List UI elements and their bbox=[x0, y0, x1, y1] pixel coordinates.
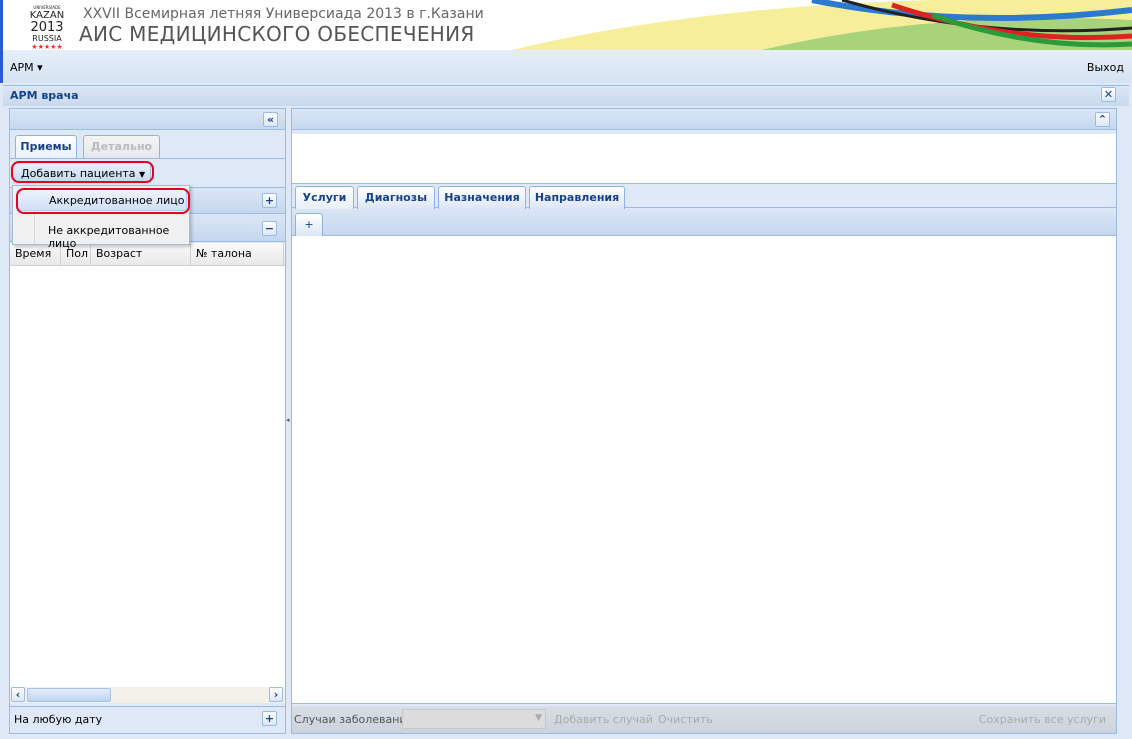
exit-link[interactable]: Выход bbox=[1087, 61, 1124, 74]
highlight-add-patient bbox=[11, 161, 154, 183]
cases-label: Случаи заболевания bbox=[294, 713, 414, 726]
collapse-icon[interactable]: − bbox=[262, 221, 277, 236]
right-panel-header bbox=[292, 109, 1116, 130]
panel-header: АРМ врача bbox=[3, 85, 1129, 106]
left-footer: На любую дату + bbox=[10, 706, 285, 733]
header-title: АИС МЕДИЦИНСКОГО ОБЕСПЕЧЕНИЯ bbox=[79, 22, 475, 46]
left-panel-header bbox=[10, 109, 285, 130]
close-icon[interactable]: ✕ bbox=[1101, 87, 1116, 102]
tab-detalno[interactable]: Детально bbox=[83, 135, 160, 158]
scroll-left-icon[interactable]: ‹ bbox=[11, 687, 25, 702]
patient-info-area bbox=[292, 134, 1116, 184]
save-all-services-button[interactable]: Сохранить все услуги bbox=[979, 713, 1106, 726]
app-header: UNIVERSIADE KAZAN 2013 RUSSIA ★★★★★ XXVII … bbox=[0, 0, 1132, 50]
panel-title: АРМ врача bbox=[10, 89, 79, 102]
patients-grid bbox=[10, 266, 285, 687]
services-content bbox=[292, 236, 1116, 704]
scroll-right-icon[interactable]: › bbox=[269, 687, 283, 702]
menu-bar bbox=[0, 50, 1132, 83]
chevron-down-icon: ▼ bbox=[535, 713, 542, 723]
add-case-button[interactable]: Добавить случай bbox=[554, 713, 653, 726]
add-patient-menu: Аккредитованное лицо Не аккредитованное … bbox=[12, 185, 190, 250]
horizontal-scrollbar[interactable]: ‹ › bbox=[10, 687, 285, 703]
scroll-thumb[interactable] bbox=[27, 688, 111, 702]
right-panel: ⌃ Услуги Диагнозы Назначения Направления… bbox=[291, 108, 1117, 734]
tab-diagnoses[interactable]: Диагнозы bbox=[357, 186, 435, 209]
tab-referrals[interactable]: Направления bbox=[529, 186, 625, 209]
collapse-top-icon[interactable]: ⌃ bbox=[1095, 112, 1110, 127]
universiade-logo: UNIVERSIADE KAZAN 2013 RUSSIA ★★★★★ bbox=[29, 5, 65, 50]
ribbon-decoration bbox=[512, 0, 1132, 50]
tab-prescriptions[interactable]: Назначения bbox=[438, 186, 526, 209]
any-date-label: На любую дату bbox=[14, 713, 103, 726]
cases-select[interactable]: ▼ bbox=[402, 709, 546, 729]
expand-icon[interactable]: + bbox=[262, 193, 277, 208]
tab-services[interactable]: Услуги bbox=[295, 186, 354, 209]
menu-item-non-accredited[interactable]: Не аккредитованное лицо bbox=[48, 224, 189, 250]
tab-priemy[interactable]: Приемы bbox=[15, 135, 77, 158]
add-service-tab[interactable]: + bbox=[295, 213, 323, 236]
collapse-left-icon[interactable]: « bbox=[263, 112, 278, 127]
col-ticket[interactable]: № талона bbox=[191, 243, 284, 265]
add-date-icon[interactable]: + bbox=[262, 711, 277, 726]
highlight-accredited bbox=[16, 188, 190, 214]
arm-menu[interactable]: АРМ ▾ bbox=[10, 61, 43, 74]
bottom-toolbar: Случаи заболевания ▼ Добавить случай Очи… bbox=[292, 706, 1116, 733]
clear-button[interactable]: Очистить bbox=[658, 713, 713, 726]
header-subtitle: XXVII Всемирная летняя Универсиада 2013 … bbox=[83, 6, 484, 22]
services-subtab-strip bbox=[292, 209, 1116, 236]
